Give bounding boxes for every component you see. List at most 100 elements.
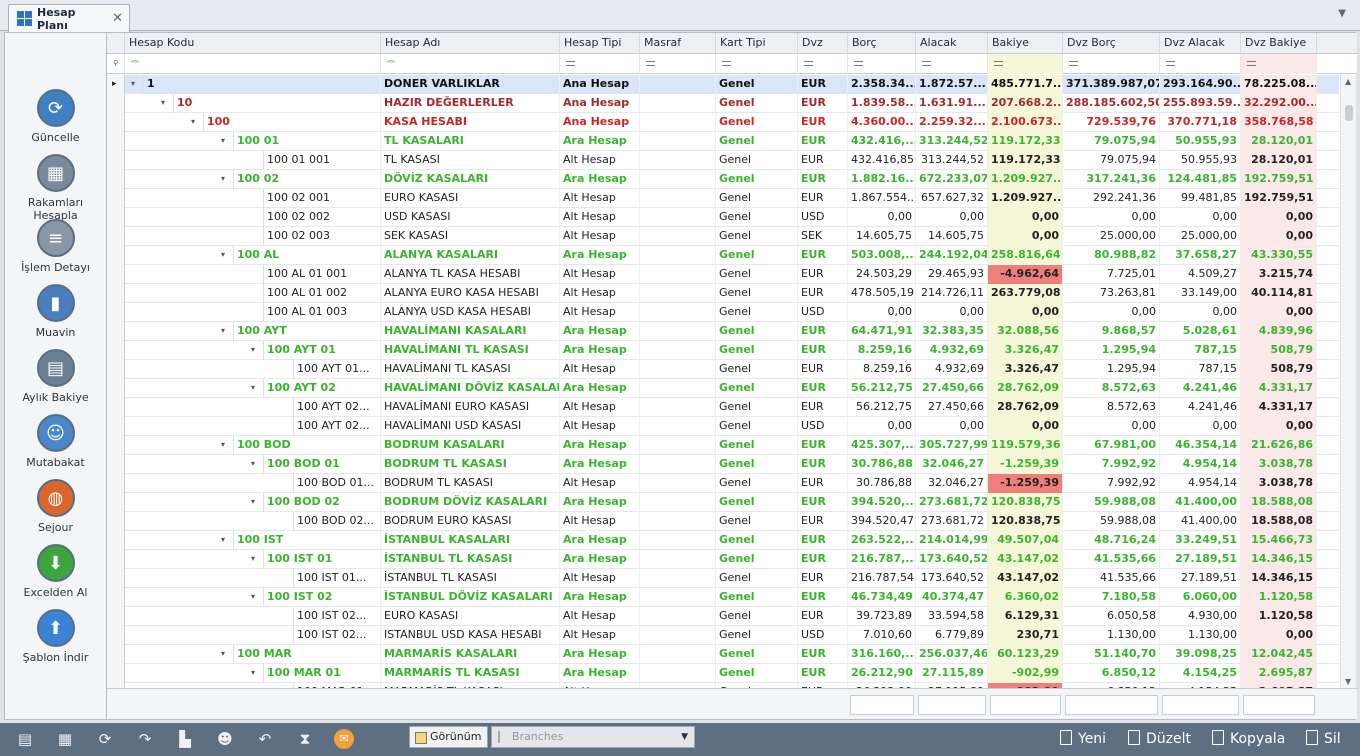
cell-borc[interactable]: 24.503,29 [848,265,916,284]
cell-masraf[interactable] [640,75,716,94]
cell-kart-tipi[interactable]: Genel [716,246,798,265]
cell-dvz-alacak[interactable]: 4.241,46 [1160,379,1241,398]
table-row[interactable]: ▾ 100 MAR 01 MARMARİS TL KASASI Ara Hesap Ge… [107,664,1339,683]
cell-dvz[interactable]: EUR [798,284,848,303]
cell-dvz-alacak[interactable]: 25.000,00 [1160,227,1241,246]
new-button[interactable]: Yeni [1060,723,1106,756]
cell-dvz-bakiye[interactable]: 508,79 [1241,341,1317,360]
filter-cell-kart-tipi[interactable] [716,54,798,74]
cell-alacak[interactable]: 672.233,07 [916,170,988,189]
row-indicator[interactable] [107,417,125,436]
cell-hesap-adi[interactable]: TL KASALARI [381,132,560,151]
expand-toggle-icon[interactable]: ▾ [251,664,255,682]
cell-dvz-borc[interactable]: 79.075,94 [1063,132,1160,151]
expand-toggle-icon[interactable]: ▾ [251,493,255,511]
cell-dvz[interactable]: EUR [798,512,848,531]
cell-hesap-kodu[interactable]: 100 IST 02... [293,607,381,626]
cell-hesap-adi[interactable]: MARMARİS KASALARI [381,645,560,664]
cell-kart-tipi[interactable]: Genel [716,664,798,683]
cell-borc[interactable]: 1.867.554... [848,189,916,208]
cell-borc[interactable]: 432.416,... [848,132,916,151]
cell-hesap-adi[interactable]: İSTANBUL TL KASASI [381,569,560,588]
cell-alacak[interactable]: 33.594,58 [916,607,988,626]
row-indicator[interactable] [107,303,125,322]
cell-hesap-tipi[interactable]: Ara Hesap [560,436,640,455]
table-row[interactable]: ▾ 100 BOD 02 BODRUM DÖVİZ KASALARI Ara Hesa… [107,493,1339,512]
cell-dvz[interactable]: USD [798,208,848,227]
cell-borc[interactable]: 46.734,49 [848,588,916,607]
cell-dvz-alacak[interactable]: 50.955,93 [1160,151,1241,170]
filter-cell-hesap-adi[interactable]: ᴬᴮᶜ [381,54,560,74]
cell-hesap-kodu[interactable]: 100 IST 02... [293,626,381,645]
cell-dvz-alacak[interactable]: 33.149,00 [1160,284,1241,303]
scroll-down-icon[interactable]: ▼ [1345,677,1351,686]
column-header-dvz-bakiye[interactable]: Dvz Bakiye [1241,33,1317,54]
cell-dvz-bakiye[interactable]: 4.839,96 [1241,322,1317,341]
cell-hesap-kodu[interactable]: 100 BOD 01... [293,474,381,493]
cell-kart-tipi[interactable]: Genel [716,189,798,208]
vertical-scrollbar[interactable]: ▲ ▼ [1340,75,1356,688]
cell-hesap-adi[interactable]: İSTANBUL TL KASASI [381,550,560,569]
cell-bakiye[interactable]: 6.129,31 [988,607,1063,626]
cell-alacak[interactable]: 244.192,04 [916,246,988,265]
cell-kart-tipi[interactable]: Genel [716,607,798,626]
cell-alacak[interactable]: 6.779,89 [916,626,988,645]
expand-toggle-icon[interactable]: ▾ [221,246,225,264]
chevron-down-icon[interactable]: ▼ [1338,8,1346,19]
cell-bakiye[interactable]: 0,00 [988,417,1063,436]
table-row[interactable]: ▾ 100 IST 01 İSTANBUL TL KASASI Ara Hesap Ge… [107,550,1339,569]
cell-dvz-bakiye[interactable]: 40.114,81 [1241,284,1317,303]
cell-hesap-adi[interactable]: EURO KASASI [381,607,560,626]
cell-alacak[interactable]: 32.383,35 [916,322,988,341]
table-row[interactable]: 100 AL 01 001 ALANYA TL KASA HESABI Alt He… [107,265,1339,284]
cell-bakiye[interactable]: 3.326,47 [988,341,1063,360]
cell-bakiye[interactable]: 49.507,04 [988,531,1063,550]
cell-bakiye[interactable]: 230,71 [988,626,1063,645]
cell-bakiye[interactable]: 0,00 [988,227,1063,246]
cell-hesap-adi[interactable]: ALANYA KASALARI [381,246,560,265]
cell-alacak[interactable]: 273.681,72 [916,512,988,531]
cell-masraf[interactable] [640,94,716,113]
cell-hesap-tipi[interactable]: Ara Hesap [560,645,640,664]
cell-dvz-bakiye[interactable]: 12.042,45 [1241,645,1317,664]
cell-dvz-borc[interactable]: 48.716,24 [1063,531,1160,550]
cell-kart-tipi[interactable]: Genel [716,550,798,569]
cell-masraf[interactable] [640,512,716,531]
grid-layout-icon[interactable]: ▦ [54,728,76,750]
copy-button[interactable]: Kopyala [1212,723,1285,756]
cell-hesap-adi[interactable]: EURO KASASI [381,189,560,208]
cell-alacak[interactable]: 0,00 [916,303,988,322]
cell-masraf[interactable] [640,493,716,512]
expand-toggle-icon[interactable]: ▾ [221,645,225,663]
table-row[interactable]: ▾ 100 KASA HESABI Ana Hesap Genel EUR 4.360.00… [107,113,1339,132]
cell-borc[interactable]: 14.605,75 [848,227,916,246]
cell-alacak[interactable]: 27.450,66 [916,379,988,398]
cell-hesap-tipi[interactable]: Ara Hesap [560,341,640,360]
cell-kart-tipi[interactable]: Genel [716,493,798,512]
expand-toggle-icon[interactable]: ▾ [161,94,165,112]
cell-dvz[interactable]: EUR [798,246,848,265]
table-row[interactable]: ▾ 100 AYT 01 HAVALİMANI TL KASASI Ara Hesap… [107,341,1339,360]
cell-hesap-kodu[interactable]: 100 01 001 [263,151,381,170]
cell-hesap-kodu[interactable]: 100 AL [233,246,381,265]
column-header-hesap-kodu[interactable]: Hesap Kodu [125,33,381,54]
cell-hesap-adi[interactable]: KASA HESABI [381,113,560,132]
undo-icon[interactable]: ↶ [254,728,276,750]
cell-hesap-tipi[interactable]: Ara Hesap [560,550,640,569]
mail-icon[interactable]: ✉ [334,729,354,749]
cell-hesap-tipi[interactable]: Alt Hesap [560,227,640,246]
cell-dvz-bakiye[interactable]: 2.695,87 [1241,664,1317,683]
expand-toggle-icon[interactable]: ▾ [251,588,255,606]
edit-button[interactable]: Düzelt [1128,723,1191,756]
cell-bakiye[interactable]: 43.147,02 [988,569,1063,588]
cell-borc[interactable]: 1.882.16... [848,170,916,189]
table-row[interactable]: 100 IST 02... EURO KASASI Alt Hesap Genel EU… [107,607,1339,626]
cell-masraf[interactable] [640,170,716,189]
cell-dvz-bakiye[interactable]: 1.120,58 [1241,588,1317,607]
cell-dvz-alacak[interactable]: 6.060,00 [1160,588,1241,607]
cell-dvz-bakiye[interactable]: 508,79 [1241,360,1317,379]
row-indicator[interactable] [107,151,125,170]
cell-hesap-tipi[interactable]: Alt Hesap [560,512,640,531]
cell-hesap-tipi[interactable]: Alt Hesap [560,569,640,588]
cell-dvz-borc[interactable]: 80.988,82 [1063,246,1160,265]
